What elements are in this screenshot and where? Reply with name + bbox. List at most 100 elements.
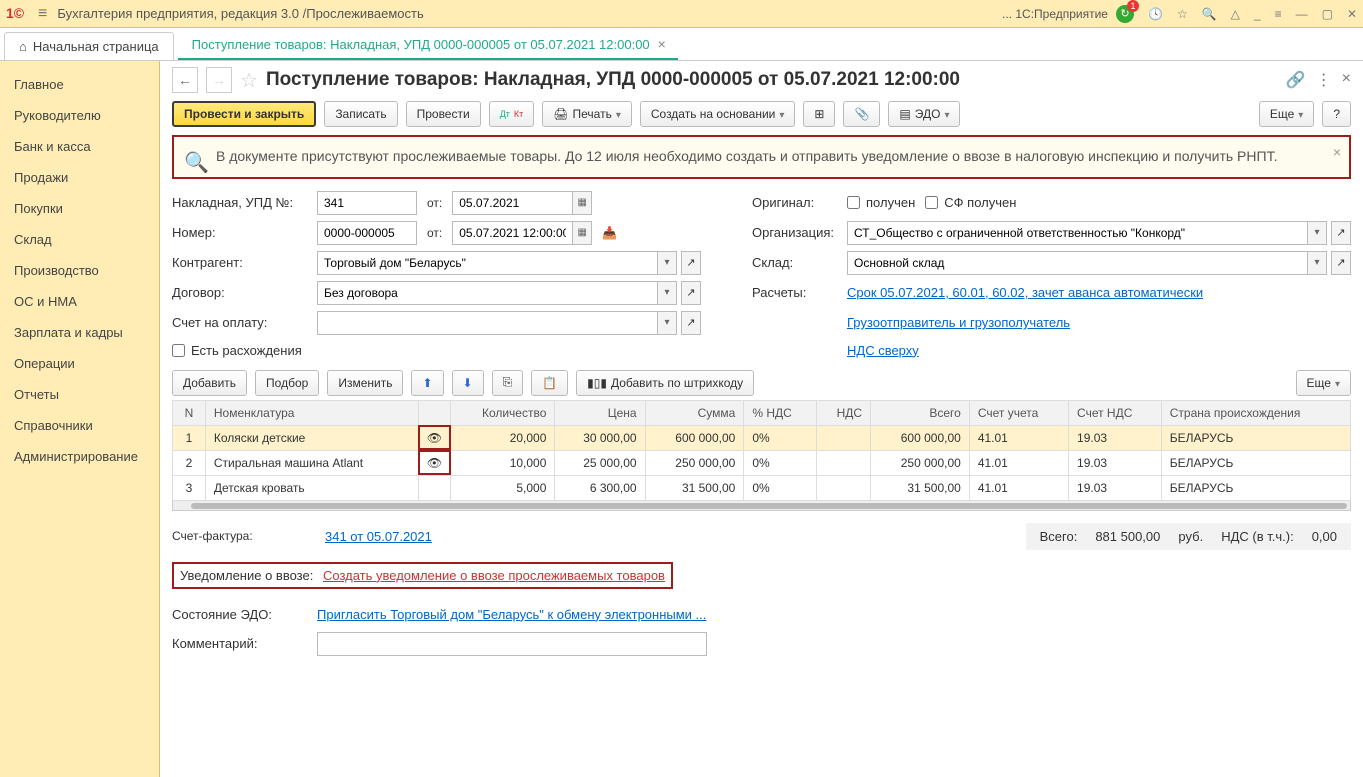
close-notice-icon[interactable]: × — [1333, 143, 1341, 163]
close-doc-icon[interactable]: × — [1342, 70, 1351, 90]
col-track[interactable] — [418, 400, 450, 425]
favorite-icon[interactable]: ☆ — [1177, 7, 1188, 21]
sidebar-item[interactable]: Покупки — [0, 193, 159, 224]
shipper-link[interactable]: Грузоотправитель и грузополучатель — [847, 315, 1070, 330]
col-acc[interactable]: Счет учета — [969, 400, 1068, 425]
tab-home[interactable]: ⌂ Начальная страница — [4, 32, 174, 60]
sidebar-item[interactable]: Справочники — [0, 410, 159, 441]
structure-button[interactable]: ⊞ — [803, 101, 835, 127]
create-import-notice-link[interactable]: Создать уведомление о ввозе прослеживаем… — [323, 568, 665, 583]
datetime-input[interactable] — [452, 221, 572, 245]
create-based-button[interactable]: Создать на основании — [640, 101, 796, 127]
comment-input[interactable] — [317, 632, 707, 656]
pick-button[interactable]: Подбор — [255, 370, 319, 396]
close-window-icon[interactable]: ✕ — [1347, 7, 1357, 21]
collapse-icon[interactable]: _ — [1254, 7, 1261, 21]
favorite-star-icon[interactable]: ☆ — [240, 68, 258, 93]
add-row-button[interactable]: Добавить — [172, 370, 247, 396]
move-down-button[interactable]: ⬇ — [452, 370, 484, 396]
table-row[interactable]: 2 Стиральная машина Atlant 👁 10,000 25 0… — [173, 450, 1351, 475]
import-icon[interactable]: 📥 — [602, 226, 617, 240]
col-n[interactable]: N — [173, 400, 206, 425]
open-ref-icon[interactable]: ↗ — [681, 311, 701, 335]
sidebar-item[interactable]: Склад — [0, 224, 159, 255]
sidebar-item[interactable]: Операции — [0, 348, 159, 379]
sidebar-item[interactable]: Продажи — [0, 162, 159, 193]
link-icon[interactable]: 🔗 — [1286, 70, 1306, 90]
barcode-button[interactable]: ▮▯▮Добавить по штрихкоду — [576, 370, 754, 396]
warehouse-input[interactable] — [847, 251, 1307, 275]
edo-button[interactable]: ▤ЭДО — [888, 101, 960, 127]
edit-row-button[interactable]: Изменить — [327, 370, 403, 396]
history-icon[interactable]: 🕓 — [1148, 7, 1163, 21]
table-more-button[interactable]: Еще — [1296, 370, 1351, 396]
col-vat[interactable]: НДС — [816, 400, 870, 425]
discrepancy-checkbox[interactable] — [172, 344, 185, 357]
invoice-date-input[interactable] — [452, 191, 572, 215]
tab-document[interactable]: Поступление товаров: Накладная, УПД 0000… — [178, 30, 678, 60]
dropdown-icon[interactable]: ▾ — [657, 311, 677, 335]
vat-mode-link[interactable]: НДС сверху — [847, 343, 919, 358]
sidebar-item[interactable]: Банк и касса — [0, 131, 159, 162]
dtkt-button[interactable]: ДтКт — [489, 101, 535, 127]
pay-invoice-input[interactable] — [317, 311, 657, 335]
dropdown-icon[interactable]: ▾ — [657, 251, 677, 275]
trace-eye-icon[interactable]: 👁 — [418, 450, 450, 475]
sidebar-item[interactable]: ОС и НМА — [0, 286, 159, 317]
org-input[interactable] — [847, 221, 1307, 245]
dropdown-icon[interactable]: ▾ — [1307, 221, 1327, 245]
col-name[interactable]: Номенклатура — [205, 400, 418, 425]
sf-received-checkbox[interactable] — [925, 196, 938, 209]
post-button[interactable]: Провести — [406, 101, 481, 127]
invoice-no-input[interactable] — [317, 191, 417, 215]
open-ref-icon[interactable]: ↗ — [1331, 221, 1351, 245]
sidebar-item[interactable]: Администрирование — [0, 441, 159, 472]
invite-edo-link[interactable]: Пригласить Торговый дом "Беларусь" к обм… — [317, 607, 706, 622]
move-up-button[interactable]: ⬆ — [411, 370, 443, 396]
received-checkbox[interactable] — [847, 196, 860, 209]
list-icon[interactable]: ≡ — [1275, 7, 1282, 21]
sidebar-item[interactable]: Отчеты — [0, 379, 159, 410]
nav-back-button[interactable]: ← — [172, 67, 198, 93]
open-ref-icon[interactable]: ↗ — [681, 281, 701, 305]
attach-button[interactable]: 📎 — [843, 101, 880, 127]
dropdown-icon[interactable]: ▾ — [657, 281, 677, 305]
horizontal-scrollbar[interactable] — [172, 501, 1351, 511]
maximize-icon[interactable]: ▢ — [1322, 7, 1333, 21]
table-row[interactable]: 1 Коляски детские 👁 20,000 30 000,00 600… — [173, 425, 1351, 450]
post-and-close-button[interactable]: Провести и закрыть — [172, 101, 316, 127]
col-total[interactable]: Всего — [871, 400, 970, 425]
sidebar-item[interactable]: Производство — [0, 255, 159, 286]
col-country[interactable]: Страна происхождения — [1161, 400, 1350, 425]
copy-button[interactable]: ⎘ — [492, 370, 524, 396]
sidebar-item[interactable]: Главное — [0, 69, 159, 100]
contract-input[interactable] — [317, 281, 657, 305]
nav-forward-button[interactable]: → — [206, 67, 232, 93]
table-row[interactable]: 3 Детская кровать 5,000 6 300,00 31 500,… — [173, 475, 1351, 500]
bell-icon[interactable]: △ — [1231, 7, 1240, 21]
col-qty[interactable]: Количество — [451, 400, 555, 425]
sf-link[interactable]: 341 от 05.07.2021 — [325, 529, 432, 544]
col-vatacc[interactable]: Счет НДС — [1069, 400, 1162, 425]
close-tab-icon[interactable]: × — [658, 36, 666, 52]
open-ref-icon[interactable]: ↗ — [1331, 251, 1351, 275]
print-button[interactable]: 🖨Печать — [542, 101, 632, 127]
trace-eye-icon[interactable] — [418, 475, 450, 500]
counterparty-input[interactable] — [317, 251, 657, 275]
open-ref-icon[interactable]: ↗ — [681, 251, 701, 275]
col-price[interactable]: Цена — [555, 400, 645, 425]
notifications-icon[interactable]: ↻ — [1116, 5, 1134, 23]
help-button[interactable]: ? — [1322, 101, 1351, 127]
paste-button[interactable]: 📋 — [531, 370, 568, 396]
calendar-icon[interactable]: ▦ — [572, 191, 592, 215]
calc-link[interactable]: Срок 05.07.2021, 60.01, 60.02, зачет ава… — [847, 285, 1203, 300]
write-button[interactable]: Записать — [324, 101, 397, 127]
search-icon[interactable]: 🔍 — [1202, 7, 1217, 21]
number-input[interactable] — [317, 221, 417, 245]
kebab-icon[interactable]: ⋮ — [1316, 70, 1332, 90]
minimize-icon[interactable]: — — [1296, 7, 1308, 21]
dropdown-icon[interactable]: ▾ — [1307, 251, 1327, 275]
sidebar-item[interactable]: Руководителю — [0, 100, 159, 131]
sidebar-item[interactable]: Зарплата и кадры — [0, 317, 159, 348]
more-button[interactable]: Еще — [1259, 101, 1314, 127]
